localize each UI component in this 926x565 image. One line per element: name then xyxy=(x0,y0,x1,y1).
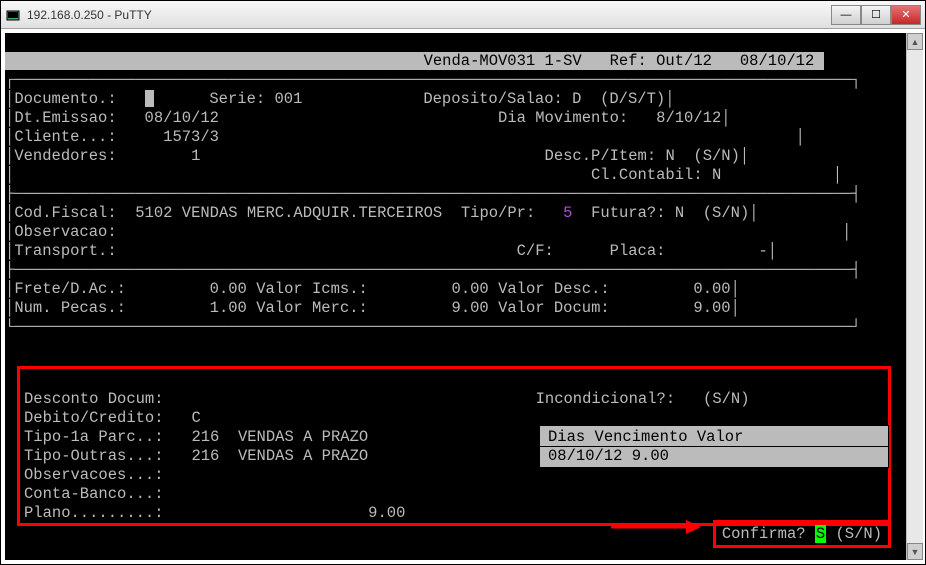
descp-value: N xyxy=(665,147,674,165)
scrollbar[interactable]: ▲ ▼ xyxy=(906,33,923,560)
vdesc-value: 0.00 xyxy=(693,280,730,298)
confirm-prompt-highlight: Confirma? S (S/N) xyxy=(713,520,891,548)
deposito-options: (D/S/T) xyxy=(600,90,665,108)
documento-label: Documento.: xyxy=(14,90,116,108)
cf-label: C/F: xyxy=(517,242,554,260)
documento-cursor[interactable] xyxy=(145,90,154,107)
contabanco-label: Conta-Banco...: xyxy=(24,485,164,503)
futura-value: N xyxy=(675,204,684,222)
window-title: 192.168.0.250 - PuTTY xyxy=(27,8,152,22)
deposito-label: Deposito/Salao: xyxy=(423,90,563,108)
cliente-label: Cliente...: xyxy=(14,128,116,146)
placa-label: Placa: xyxy=(610,242,666,260)
header-bar: Venda-MOV031 1-SV Ref: Out/12 08/10/12 xyxy=(5,52,824,70)
cell-valor: 9.00 xyxy=(632,447,669,465)
minimize-button[interactable]: — xyxy=(831,5,861,25)
frete-value: 0.00 xyxy=(210,280,247,298)
descdocum-label: Desconto Docum: xyxy=(24,390,164,408)
putty-window: 192.168.0.250 - PuTTY — ☐ ✕ Venda-MOV031… xyxy=(0,0,926,565)
tipopr-label: Tipo/Pr: xyxy=(461,204,535,222)
clcontabil-value: N xyxy=(712,166,721,184)
diamov-value: 8/10/12 xyxy=(656,109,721,127)
tipooutras-desc: VENDAS A PRAZO xyxy=(238,447,368,465)
close-button[interactable]: ✕ xyxy=(891,5,921,25)
vicms-label: Valor Icms.: xyxy=(256,280,368,298)
tipo1a-value: 216 xyxy=(191,428,219,446)
maximize-button[interactable]: ☐ xyxy=(861,5,891,25)
window-controls: — ☐ ✕ xyxy=(831,5,921,25)
debcred-value: C xyxy=(191,409,200,427)
col-dias: Dias xyxy=(548,428,585,446)
confirm-label: Confirma? xyxy=(722,525,806,543)
vendedores-label: Vendedores: xyxy=(14,147,116,165)
observacao-label: Observacao: xyxy=(14,223,116,241)
incond-label: Incondicional?: xyxy=(536,390,676,408)
cliente-value: 1573/3 xyxy=(163,128,219,146)
futura-label: Futura?: xyxy=(591,204,665,222)
plano-label: Plano.........: xyxy=(24,504,164,522)
vicms-value: 0.00 xyxy=(452,280,489,298)
clcontabil-label: Cl.Contabil: xyxy=(591,166,703,184)
transport-label: Transport.: xyxy=(14,242,116,260)
table-row: 08/10/12 9.00 xyxy=(540,447,888,465)
serie-label: Serie: xyxy=(209,90,265,108)
tipo1a-desc: VENDAS A PRAZO xyxy=(238,428,368,446)
descp-label: Desc.P/Item: xyxy=(545,147,657,165)
vdocum-value: 9.00 xyxy=(693,299,730,317)
numpecas-value: 1.00 xyxy=(210,299,247,317)
scroll-up-button[interactable]: ▲ xyxy=(907,33,923,50)
putty-icon xyxy=(5,7,21,23)
col-vencimento: Vencimento xyxy=(595,428,688,446)
placa-value: - xyxy=(758,242,767,260)
numpecas-label: Num. Pecas.: xyxy=(14,299,126,317)
terminal-content: Venda-MOV031 1-SV Ref: Out/12 08/10/12 ┌… xyxy=(5,33,921,337)
serie-value: 001 xyxy=(274,90,302,108)
col-valor: Valor xyxy=(697,428,744,446)
scroll-track[interactable] xyxy=(907,50,923,543)
cell-vencimento: 08/10/12 xyxy=(548,447,622,465)
tipo1a-label: Tipo-1a Parc..: xyxy=(24,428,164,446)
scroll-down-button[interactable]: ▼ xyxy=(907,543,923,560)
titlebar: 192.168.0.250 - PuTTY — ☐ ✕ xyxy=(1,1,925,29)
incond-options: (S/N) xyxy=(703,390,750,408)
codfiscal-value: 5102 xyxy=(135,204,172,222)
dtemissao-value: 08/10/12 xyxy=(145,109,219,127)
tipooutras-value: 216 xyxy=(191,447,219,465)
tipooutras-label: Tipo-Outras...: xyxy=(24,447,164,465)
annotation-arrow-icon xyxy=(611,517,701,542)
vdocum-label: Valor Docum: xyxy=(498,299,610,317)
futura-options: (S/N) xyxy=(703,204,750,222)
debcred-label: Debito/Credito: xyxy=(24,409,164,427)
terminal-area[interactable]: Venda-MOV031 1-SV Ref: Out/12 08/10/12 ┌… xyxy=(3,31,923,562)
vdesc-label: Valor Desc.: xyxy=(498,280,610,298)
plano-value: 9.00 xyxy=(368,504,405,522)
vmerc-label: Valor Merc.: xyxy=(256,299,368,317)
confirm-input[interactable]: S xyxy=(815,525,826,543)
vmerc-value: 9.00 xyxy=(452,299,489,317)
frete-label: Frete/D.Ac.: xyxy=(14,280,126,298)
diamov-label: Dia Movimento: xyxy=(498,109,628,127)
dtemissao-label: Dt.Emissao: xyxy=(14,109,116,127)
descp-options: (S/N) xyxy=(693,147,740,165)
installments-table: Dias Vencimento Valor 08/10/12 9.00 xyxy=(539,425,889,468)
confirm-options: (S/N) xyxy=(835,525,882,543)
codfiscal-desc: VENDAS MERC.ADQUIR.TERCEIROS xyxy=(182,204,442,222)
tipopr-value: 5 xyxy=(563,204,572,222)
deposito-value: D xyxy=(572,90,581,108)
observacoes-label: Observacoes...: xyxy=(24,466,164,484)
codfiscal-label: Cod.Fiscal: xyxy=(14,204,116,222)
vendedores-value: 1 xyxy=(191,147,200,165)
